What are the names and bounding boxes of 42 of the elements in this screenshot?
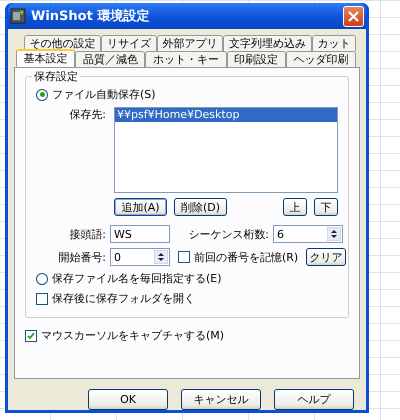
- tab[interactable]: リサイズ: [101, 35, 157, 51]
- clear-button[interactable]: クリア: [306, 248, 346, 266]
- group-title: 保存設定: [32, 69, 80, 84]
- spin-arrows-icon[interactable]: [327, 227, 341, 241]
- window-title: WinShot 環境設定: [31, 8, 150, 25]
- list-button[interactable]: 削除(D): [174, 198, 227, 216]
- tab[interactable]: カット: [312, 35, 356, 51]
- digits-label: シーケンス桁数:: [187, 226, 269, 242]
- dialog-button[interactable]: OK: [88, 389, 168, 410]
- tab[interactable]: 品質／減色: [75, 51, 146, 67]
- checkbox-label: 保存後に保存フォルダを開く: [52, 291, 195, 306]
- checkbox[interactable]: [36, 292, 48, 304]
- list-button[interactable]: 追加(A): [114, 198, 167, 216]
- radio-button[interactable]: [36, 88, 48, 100]
- close-button[interactable]: [343, 6, 364, 26]
- move-button[interactable]: 下: [314, 198, 338, 216]
- close-icon: [348, 10, 359, 22]
- radio-button[interactable]: [36, 272, 48, 284]
- prefix-label: 接頭語:: [68, 226, 106, 242]
- tab[interactable]: 外部アプリ: [156, 35, 224, 51]
- tab[interactable]: 印刷設定: [226, 51, 286, 67]
- tab[interactable]: ヘッダ印刷: [286, 51, 356, 67]
- tab[interactable]: その他の設定: [24, 35, 102, 51]
- prefix-field[interactable]: WS: [110, 225, 170, 243]
- spin-arrows-icon[interactable]: [154, 250, 168, 264]
- folder-list[interactable]: ¥¥psf¥Home¥Desktop: [114, 107, 338, 193]
- checkbox-label: 前回の番号を記憶(R): [194, 250, 298, 264]
- tab[interactable]: ホット・キー: [145, 51, 227, 67]
- folder-item[interactable]: ¥¥psf¥Home¥Desktop: [115, 108, 337, 122]
- move-button[interactable]: 上: [283, 198, 307, 216]
- radio-label: ファイル自動保存(S): [52, 87, 156, 102]
- tab[interactable]: 基本設定: [16, 49, 76, 67]
- checkbox-label: マウスカーソルをキャプチャする(M): [41, 328, 224, 343]
- checkbox[interactable]: [178, 251, 190, 263]
- folder-label: 保存先:: [68, 107, 106, 122]
- start-number-label: 開始番号:: [57, 250, 106, 264]
- app-icon: [10, 8, 26, 24]
- radio-label: 保存ファイル名を毎回指定する(E): [52, 271, 222, 286]
- dialog-button[interactable]: ヘルプ: [274, 389, 354, 410]
- dialog-button[interactable]: キャンセル: [181, 389, 261, 410]
- tab[interactable]: 文字列埋め込み: [223, 35, 312, 51]
- checkbox[interactable]: [25, 330, 37, 342]
